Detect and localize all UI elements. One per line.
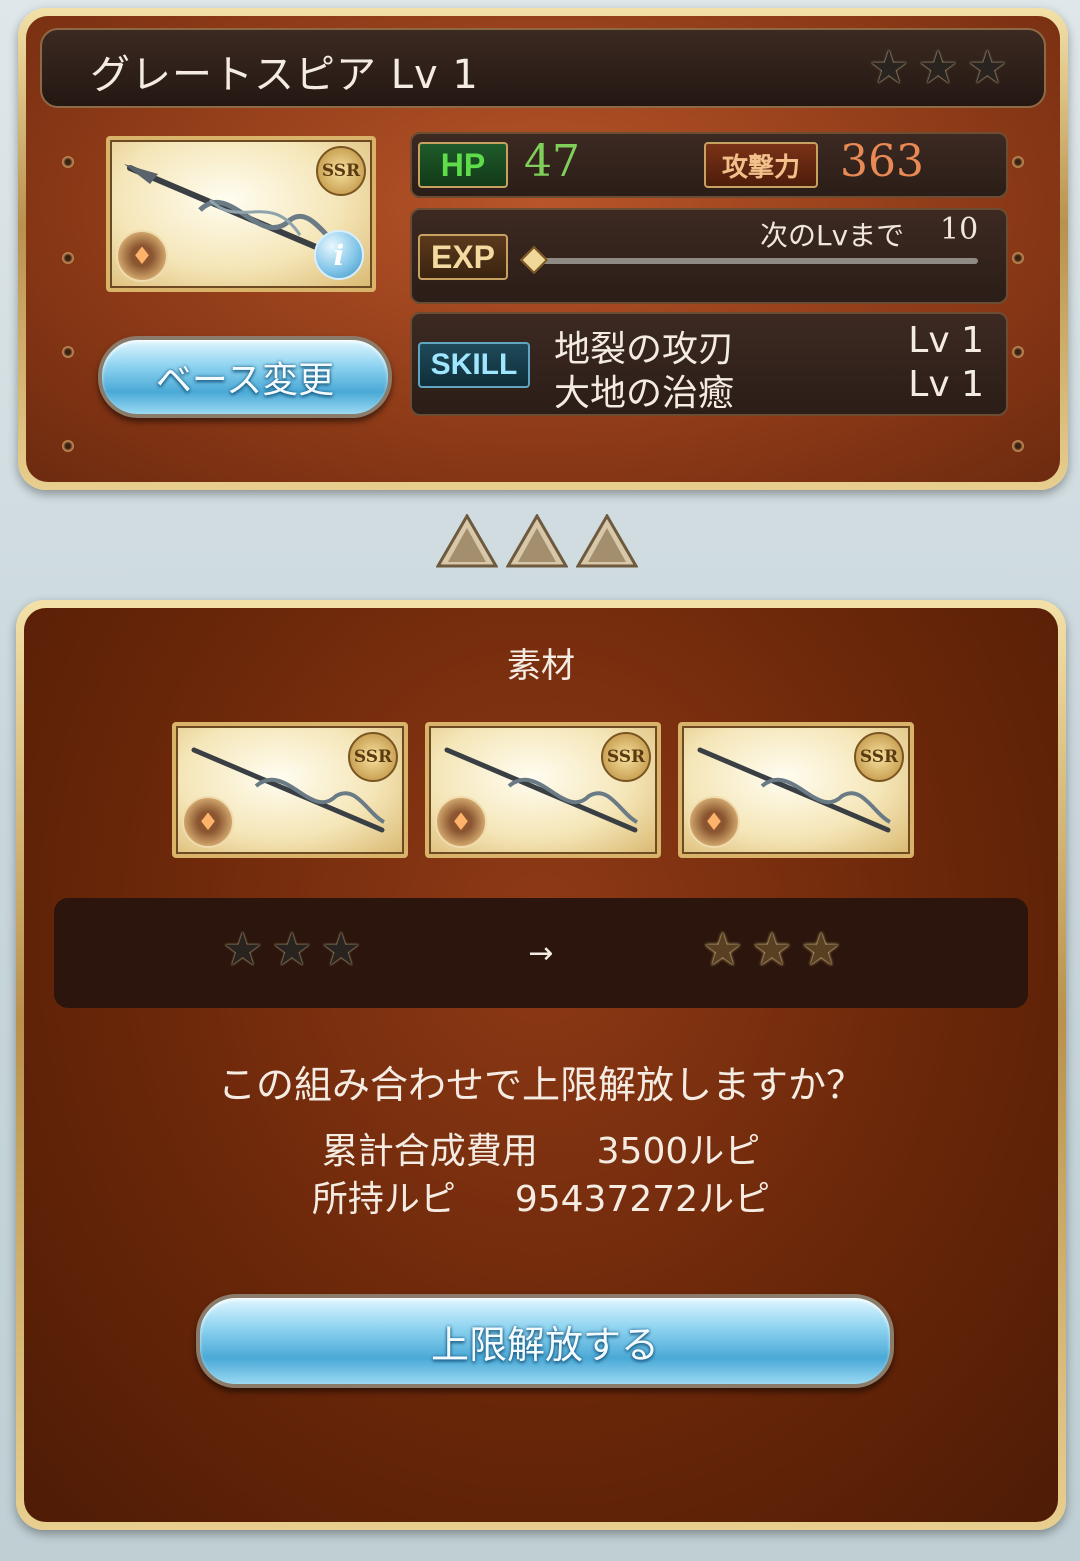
base-weapon-panel: グレートスピア Lv 1 ★ ★ ★ SSR ♦ i HP 47 攻撃力 363…: [18, 8, 1068, 490]
weapon-title-bar: グレートスピア Lv 1 ★ ★ ★: [40, 28, 1046, 108]
star-icon: ★: [966, 40, 1008, 94]
change-base-button-label: ベース変更: [155, 360, 335, 401]
exp-label: EXP: [418, 234, 508, 280]
uncap-step-indicator: [435, 513, 639, 568]
uncap-button[interactable]: 上限解放する: [196, 1294, 894, 1388]
rivet-decoration: [62, 252, 74, 264]
exp-box: EXP 次のLvまで 10: [410, 208, 1008, 304]
info-icon[interactable]: i: [314, 230, 364, 280]
star-lit-icon: ★: [751, 922, 793, 976]
triangle-icon: [505, 513, 569, 568]
hp-label: HP: [418, 142, 508, 188]
result-stars: ★ ★ ★: [702, 926, 842, 972]
triangle-icon: [435, 513, 499, 568]
skill-2-level: Lv 1: [908, 364, 984, 405]
ssr-badge: SSR: [348, 732, 398, 782]
rivet-decoration: [1012, 156, 1024, 168]
next-level-label: 次のLvまで: [760, 219, 905, 252]
uncap-button-label: 上限解放する: [430, 1322, 659, 1367]
earth-element-icon: ♦: [182, 796, 234, 848]
attack-value: 363: [840, 136, 924, 187]
hp-value: 47: [524, 136, 580, 187]
weapon-uncap-stars: ★ ★ ★: [868, 44, 1008, 90]
material-thumbnail[interactable]: SSR ♦: [425, 722, 661, 858]
rivet-decoration: [1012, 346, 1024, 358]
rivet-decoration: [62, 440, 74, 452]
weapon-name: グレートスピア Lv 1: [90, 52, 479, 98]
earth-element-icon: ♦: [116, 230, 168, 282]
skill-label: SKILL: [418, 342, 530, 388]
owned-label: 所持ルピ: [311, 1179, 456, 1220]
uncap-confirm-panel-inner: 素材 SSR ♦ SSR ♦ SSR ♦ ★ ★ ★ → ★ ★ ★ この組み合…: [24, 608, 1058, 1522]
confirm-question: この組み合わせで上限解放しますか？: [217, 1063, 864, 1107]
uncap-confirm-panel: 素材 SSR ♦ SSR ♦ SSR ♦ ★ ★ ★ → ★ ★ ★ この組み合…: [16, 600, 1066, 1530]
ssr-badge: SSR: [316, 146, 366, 196]
star-icon: ★: [917, 40, 959, 94]
cost-row: 累計合成費用 3500ルピ: [24, 1122, 1058, 1174]
earth-element-icon: ♦: [435, 796, 487, 848]
earth-element-icon: ♦: [688, 796, 740, 848]
skill-box: SKILL 地裂の攻刃 Lv 1 大地の治癒 Lv 1: [410, 312, 1008, 416]
skill-2-name: 大地の治癒: [554, 373, 735, 414]
base-weapon-panel-inner: グレートスピア Lv 1 ★ ★ ★ SSR ♦ i HP 47 攻撃力 363…: [26, 16, 1060, 482]
uncap-arrow: →: [528, 936, 554, 971]
rivet-decoration: [1012, 440, 1024, 452]
ssr-badge: SSR: [601, 732, 651, 782]
triangle-icon: [575, 513, 639, 568]
uncap-preview-box: ★ ★ ★ → ★ ★ ★: [54, 898, 1028, 1008]
materials-title: 素材: [507, 646, 575, 686]
cost-value: 3500ルピ: [596, 1131, 761, 1172]
stats-box: HP 47 攻撃力 363: [410, 132, 1008, 198]
rivet-decoration: [62, 156, 74, 168]
owned-row: 所持ルピ 95437272ルピ: [24, 1170, 1058, 1222]
exp-progress-bar: [519, 245, 978, 275]
base-weapon-thumbnail[interactable]: SSR ♦ i: [106, 136, 376, 292]
owned-value: 95437272ルピ: [514, 1179, 771, 1220]
material-thumbnail[interactable]: SSR ♦: [678, 722, 914, 858]
attack-label: 攻撃力: [704, 142, 818, 188]
skill-1-level: Lv 1: [908, 320, 984, 361]
star-lit-icon: ★: [800, 922, 842, 976]
exp-progress-marker: [519, 245, 549, 275]
change-base-button[interactable]: ベース変更: [98, 336, 392, 418]
star-icon: ★: [868, 40, 910, 94]
material-thumbnail[interactable]: SSR ♦: [172, 722, 408, 858]
rivet-decoration: [62, 346, 74, 358]
ssr-badge: SSR: [854, 732, 904, 782]
cost-label: 累計合成費用: [321, 1131, 538, 1172]
rivet-decoration: [1012, 252, 1024, 264]
next-level-value: 10: [940, 212, 979, 247]
star-lit-icon: ★: [702, 922, 744, 976]
